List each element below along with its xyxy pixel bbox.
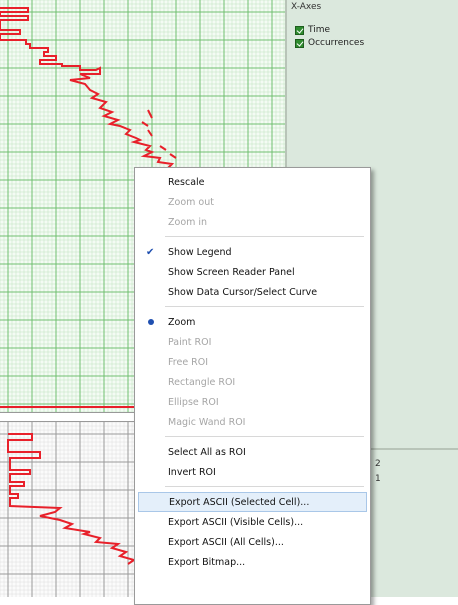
legend-item-time[interactable]: Time [295,25,330,35]
menu-separator [165,306,364,307]
menu-item-export-ascii-selected[interactable]: Export ASCII (Selected Cell)... [138,492,367,512]
menu-item-label: Select All as ROI [168,446,246,458]
menu-item-label: Free ROI [168,356,209,368]
menu-item-label: Export ASCII (All Cells)... [168,536,284,548]
lower-value: 2 [375,459,381,469]
checkbox-checked-icon[interactable] [295,25,304,35]
menu-separator [165,436,364,437]
menu-item-label: Zoom out [168,196,214,208]
menu-item-export-ascii-all[interactable]: Export ASCII (All Cells)... [138,532,367,552]
checkmark-icon: ✔ [146,246,155,258]
menu-item-label: Invert ROI [168,466,216,478]
menu-item-label: Paint ROI [168,336,212,348]
menu-item-label: Zoom in [168,216,208,228]
menu-item-paint-roi[interactable]: Paint ROI [138,332,367,352]
menu-item-export-bitmap[interactable]: Export Bitmap... [138,552,367,572]
menu-item-export-ascii-visible[interactable]: Export ASCII (Visible Cells)... [138,512,367,532]
menu-item-free-roi[interactable]: Free ROI [138,352,367,372]
legend-item-occurrences[interactable]: Occurrences [295,38,364,48]
menu-item-zoom-out[interactable]: Zoom out [138,192,367,212]
menu-item-select-all-roi[interactable]: Select All as ROI [138,442,367,462]
menu-item-label: Export ASCII (Selected Cell)... [169,496,310,508]
menu-item-label: Export Bitmap... [168,556,246,568]
data-curve-segment [147,109,153,119]
checkbox-checked-icon[interactable] [295,38,304,48]
menu-item-invert-roi[interactable]: Invert ROI [138,462,367,482]
menu-item-magic-wand-roi[interactable]: Magic Wand ROI [138,412,367,432]
data-curve [7,433,137,565]
menu-item-label: Rescale [168,176,205,188]
menu-item-label: Export ASCII (Visible Cells)... [168,516,304,528]
menu-item-label: Show Data Cursor/Select Curve [168,286,318,298]
xaxes-label: X-Axes [291,2,322,12]
menu-item-label: Show Legend [168,246,232,258]
lower-value: 1 [375,474,381,484]
menu-item-label: Magic Wand ROI [168,416,246,428]
menu-item-ellipse-roi[interactable]: Ellipse ROI [138,392,367,412]
menu-item-show-data-cursor[interactable]: Show Data Cursor/Select Curve [138,282,367,302]
menu-item-rectangle-roi[interactable]: Rectangle ROI [138,372,367,392]
legend-item-label: Time [308,25,331,35]
menu-separator [165,486,364,487]
menu-separator [165,236,364,237]
menu-item-label: Show Screen Reader Panel [168,266,295,278]
menu-item-show-screen-reader-panel[interactable]: Show Screen Reader Panel [138,262,367,282]
radio-selected-icon [148,319,154,325]
menu-item-rescale[interactable]: Rescale [138,172,367,192]
menu-item-label: Zoom [168,316,196,328]
data-curve-segment [147,129,153,137]
menu-item-zoom[interactable]: Zoom [138,312,367,332]
menu-item-show-legend[interactable]: ✔ Show Legend [138,242,367,262]
menu-item-label: Rectangle ROI [168,376,236,388]
legend-item-label: Occurrences [308,38,365,48]
menu-item-label: Ellipse ROI [168,396,219,408]
menu-item-zoom-in[interactable]: Zoom in [138,212,367,232]
context-menu: Rescale Zoom out Zoom in ✔ Show Legend S… [134,167,371,605]
